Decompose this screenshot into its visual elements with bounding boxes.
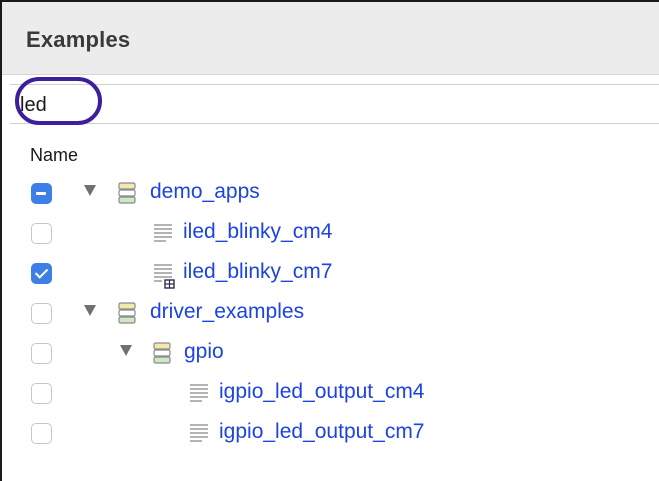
tree-item-checkbox[interactable] — [31, 263, 52, 284]
tree-item-igpio-led-output-cm7[interactable]: igpio_led_output_cm7 — [2, 415, 659, 455]
tree-item-igpio-led-output-cm4[interactable]: igpio_led_output_cm4 — [2, 375, 659, 415]
tree-item-checkbox[interactable] — [31, 383, 52, 404]
tree-item-label[interactable]: demo_apps — [150, 180, 260, 204]
tree-item-iled-blinky-cm4[interactable]: iled_blinky_cm4 — [2, 215, 659, 255]
search-highlight-ring — [15, 77, 102, 125]
disclosure-triangle-down-icon[interactable] — [84, 185, 96, 196]
text-document-icon — [188, 420, 212, 451]
text-document-icon — [188, 380, 212, 411]
tree-item-label[interactable]: igpio_led_output_cm7 — [219, 420, 425, 444]
tree-item-checkbox[interactable] — [31, 183, 52, 204]
disclosure-triangle-down-icon[interactable] — [120, 345, 132, 356]
tree-item-checkbox[interactable] — [31, 343, 52, 364]
disclosure-triangle-down-icon[interactable] — [84, 305, 96, 316]
search-row — [10, 84, 659, 124]
column-header-name[interactable]: Name — [30, 145, 78, 166]
tree-item-gpio[interactable]: gpio — [2, 335, 659, 375]
tree-item-checkbox[interactable] — [31, 303, 52, 324]
tree-item-checkbox[interactable] — [31, 223, 52, 244]
tree-item-label[interactable]: igpio_led_output_cm4 — [219, 380, 425, 404]
text-document-icon — [152, 220, 176, 251]
examples-panel: Examples Name demo_apps — [0, 0, 659, 481]
tree-item-checkbox[interactable] — [31, 423, 52, 444]
tree-item-label[interactable]: gpio — [184, 340, 224, 364]
tree-item-label[interactable]: iled_blinky_cm4 — [183, 220, 332, 244]
tree-item-label[interactable]: iled_blinky_cm7 — [183, 260, 332, 284]
stacked-folder-icon — [117, 300, 137, 331]
tree-item-demo-apps[interactable]: demo_apps — [2, 175, 659, 215]
tree-item-label[interactable]: driver_examples — [150, 300, 304, 324]
tree-item-iled-blinky-cm7[interactable]: iled_blinky_cm7 — [2, 255, 659, 295]
panel-header: Examples — [2, 2, 659, 75]
panel-title: Examples — [26, 27, 131, 52]
stacked-folder-icon — [152, 340, 172, 371]
stacked-folder-icon — [117, 180, 137, 211]
tree-item-driver-examples[interactable]: driver_examples — [2, 295, 659, 335]
text-document-linked-icon — [152, 260, 182, 295]
